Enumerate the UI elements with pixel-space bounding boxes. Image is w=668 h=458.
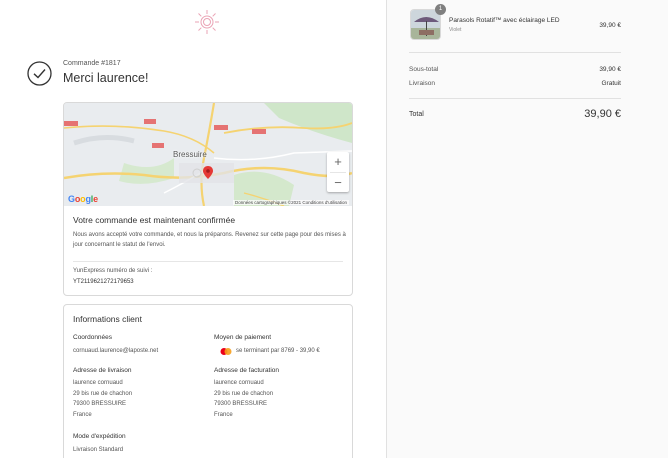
product-variant: Violet <box>449 27 462 33</box>
summary-divider <box>409 52 621 53</box>
address-line: 79300 BRESSUIRE <box>73 401 127 407</box>
confirmation-text: Nous avons accepté votre commande, et no… <box>73 232 346 248</box>
address-line: France <box>73 411 92 418</box>
subtotal-label: Sous-total <box>409 66 439 73</box>
address-line: laurence cornuaud <box>73 380 123 386</box>
map-pin-icon <box>203 166 213 179</box>
shipping-method-heading: Mode d'expédition <box>73 433 126 440</box>
payment-heading: Moyen de paiement <box>214 334 272 341</box>
address-line: laurence cornuaud <box>214 380 264 386</box>
total-label: Total <box>409 111 424 118</box>
parasol-image <box>411 10 440 39</box>
order-number: Commande #1817 <box>63 60 121 67</box>
sun-logo-icon[interactable] <box>193 8 221 36</box>
address-line: France <box>214 411 233 418</box>
tracking-number-link[interactable]: YT2119621272179653 <box>73 279 134 285</box>
address-line: 29 bis rue de chachon <box>73 390 133 397</box>
billing-address: laurence cornuaud 29 bis rue de chachon … <box>214 378 273 420</box>
customer-info-title: Informations client <box>73 314 142 324</box>
google-logo: Google <box>68 194 98 204</box>
address-line: 29 bis rue de chachon <box>214 390 274 397</box>
main-column: Commande #1817 Merci laurence! Bressuire… <box>0 0 386 458</box>
thank-you-heading: Merci laurence! <box>63 71 149 85</box>
shipping-address: laurence cornuaud 29 bis rue de chachon … <box>73 378 132 420</box>
check-circle-icon <box>27 61 52 86</box>
shipping-address-heading: Adresse de livraison <box>73 367 132 374</box>
confirmation-card: Bressuire + − Google Données cartographi… <box>63 102 353 296</box>
product-name: Parasols Rotatif™ avec éclairage LED <box>449 17 560 24</box>
tracking-label: YunExpress numéro de suivi : <box>73 268 153 274</box>
mastercard-icon <box>220 348 232 355</box>
zoom-in-button[interactable]: + <box>327 152 349 172</box>
product-price: 39,90 € <box>599 22 621 29</box>
customer-email: cornuaud.laurence@laposte.net <box>73 348 159 354</box>
map-city-label: Bressuire <box>173 150 207 159</box>
map-zoom-control: + − <box>327 152 349 192</box>
zoom-out-button[interactable]: − <box>327 173 349 193</box>
subtotal-value: 39,90 € <box>599 66 621 73</box>
summary-divider <box>409 98 621 99</box>
shipping-label: Livraison <box>409 80 436 87</box>
total-value: 39,90 € <box>584 108 621 120</box>
quantity-badge: 1 <box>435 4 446 15</box>
confirmation-title: Votre commande est maintenant confirmée <box>73 215 236 225</box>
divider <box>73 261 343 262</box>
contact-heading: Coordonnées <box>73 334 113 341</box>
billing-address-heading: Adresse de facturation <box>214 367 280 374</box>
address-line: 79300 BRESSUIRE <box>214 401 268 407</box>
checkout-page: Commande #1817 Merci laurence! Bressuire… <box>0 0 668 458</box>
payment-text: se terminant par 8769 - 39,90 € <box>236 348 320 354</box>
customer-info-card: Informations client Coordonnées cornuaud… <box>63 304 353 458</box>
shipping-value: Gratuit <box>601 80 621 87</box>
delivery-map[interactable]: Bressuire + − Google Données cartographi… <box>64 103 352 206</box>
map-roads <box>64 103 352 206</box>
shipping-method: Livraison Standard <box>73 447 124 453</box>
map-copyright[interactable]: Données cartographiques ©2021 Conditions… <box>233 200 349 205</box>
